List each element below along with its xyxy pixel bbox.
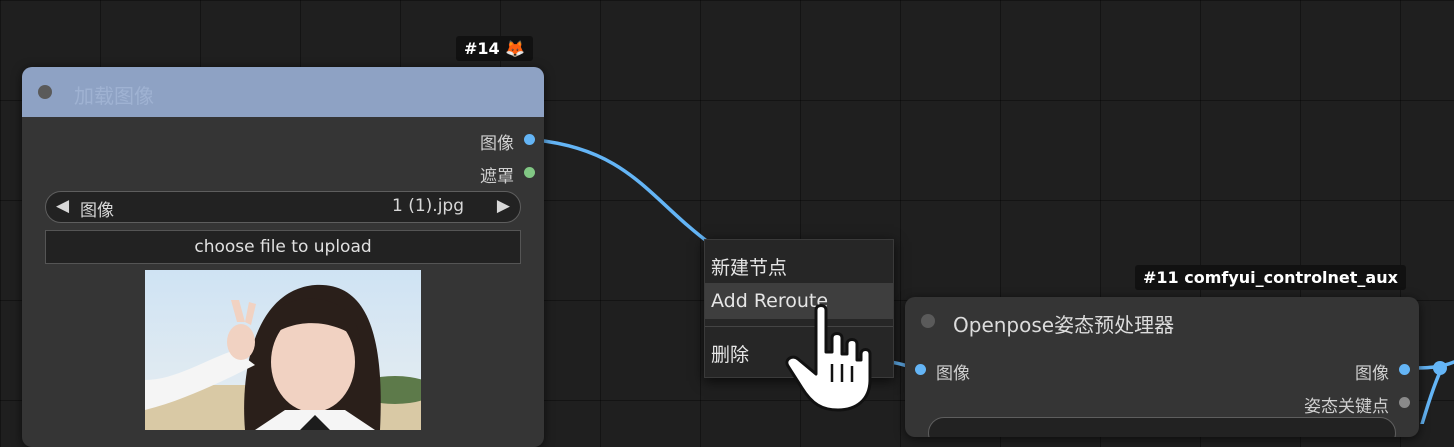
menu-item-new-node[interactable]: 新建节点 [705,246,893,282]
combo-prev-arrow-icon[interactable]: ◀ [56,196,69,216]
widget-row[interactable] [928,417,1396,437]
combo-value: 1 (1).jpg [391,196,464,216]
output-mask-label: 遮罩 [480,167,514,187]
menu-item-label: 新建节点 [711,257,788,279]
image-preview [145,270,421,430]
image-link-wire[interactable] [534,138,714,247]
node-title: Openpose姿态预处理器 [953,313,1175,337]
image-combo[interactable]: ◀ 图像 1 (1).jpg ▶ [45,191,521,223]
output-image-dot-icon[interactable] [524,134,535,145]
reroute-point[interactable] [1433,361,1447,375]
input-image-label: 图像 [936,364,970,384]
node-header[interactable]: Openpose姿态预处理器 [905,297,1419,347]
photo-preview-image [145,270,421,430]
hand-pointer-cursor-icon [785,304,872,412]
collapse-dot-icon[interactable] [921,314,935,328]
output-image-label: 图像 [480,134,514,154]
output-image-dot-icon[interactable] [1399,364,1410,375]
load-image-node[interactable]: 加载图像 图像 遮罩 ◀ 图像 1 (1).jpg ▶ choose file … [22,67,544,447]
output-pose-keypoint-dot-icon[interactable] [1399,397,1410,408]
collapse-dot-icon[interactable] [38,85,52,99]
openpose-node[interactable]: Openpose姿态预处理器 图像 图像 姿态关键点 [905,297,1419,437]
output-mask-dot-icon[interactable] [524,167,535,178]
combo-label: 图像 [80,201,114,221]
input-image-dot-icon[interactable] [915,364,926,375]
upload-button[interactable]: choose file to upload [45,230,521,264]
output-image-label: 图像 [1355,364,1389,384]
combo-next-arrow-icon[interactable]: ▶ [497,196,510,216]
output-pose-keypoint-label: 姿态关键点 [1304,397,1389,417]
graph-canvas[interactable]: #14 🦊 加载图像 图像 遮罩 ◀ 图像 1 (1).jpg ▶ choose… [0,0,1454,447]
node-title: 加载图像 [74,84,154,108]
menu-item-label: 删除 [711,344,750,366]
node-badge: #11 comfyui_controlnet_aux [1135,265,1406,290]
node-badge: #14 🦊 [456,36,534,61]
node-header[interactable]: 加载图像 [22,67,544,117]
